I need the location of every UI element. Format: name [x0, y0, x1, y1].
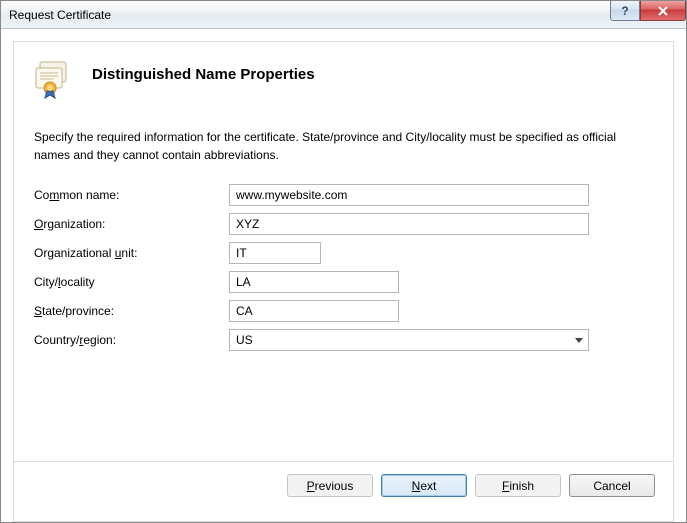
- label-country: Country/region:: [34, 333, 229, 347]
- content-area: Distinguished Name Properties Specify th…: [1, 29, 686, 522]
- finish-button: Finish: [475, 474, 561, 497]
- form: Common name: Organization: Organizationa…: [34, 184, 653, 351]
- row-org-unit: Organizational unit:: [34, 242, 653, 264]
- city-input[interactable]: [229, 271, 399, 293]
- label-organization: Organization:: [34, 217, 229, 231]
- close-icon: [657, 5, 669, 17]
- label-state: State/province:: [34, 304, 229, 318]
- row-organization: Organization:: [34, 213, 653, 235]
- titlebar-buttons: ?: [610, 1, 686, 21]
- row-country: Country/region:: [34, 329, 653, 351]
- window-title: Request Certificate: [9, 8, 111, 22]
- page-title: Distinguished Name Properties: [92, 66, 315, 83]
- state-input[interactable]: [229, 300, 399, 322]
- label-city: City/locality: [34, 275, 229, 289]
- row-common-name: Common name:: [34, 184, 653, 206]
- org-unit-input[interactable]: [229, 242, 321, 264]
- label-common-name: Common name:: [34, 188, 229, 202]
- common-name-input[interactable]: [229, 184, 589, 206]
- page-header: Distinguished Name Properties: [34, 60, 653, 100]
- next-button[interactable]: Next: [381, 474, 467, 497]
- close-button[interactable]: [640, 1, 686, 21]
- help-button[interactable]: ?: [610, 1, 640, 21]
- help-icon: ?: [619, 5, 631, 17]
- row-state: State/province:: [34, 300, 653, 322]
- dialog-window: Request Certificate ?: [0, 0, 687, 523]
- svg-text:?: ?: [621, 5, 628, 17]
- spacer: [34, 351, 653, 461]
- previous-button: Previous: [287, 474, 373, 497]
- titlebar: Request Certificate ?: [1, 1, 686, 29]
- row-city: City/locality: [34, 271, 653, 293]
- description-text: Specify the required information for the…: [34, 128, 653, 164]
- wizard-footer: Previous Next Finish Cancel: [14, 461, 673, 509]
- country-value[interactable]: [229, 329, 589, 351]
- cancel-button[interactable]: Cancel: [569, 474, 655, 497]
- inner-panel: Distinguished Name Properties Specify th…: [13, 41, 674, 522]
- label-org-unit: Organizational unit:: [34, 246, 229, 260]
- certificate-icon: [34, 60, 78, 100]
- organization-input[interactable]: [229, 213, 589, 235]
- country-select[interactable]: [229, 329, 589, 351]
